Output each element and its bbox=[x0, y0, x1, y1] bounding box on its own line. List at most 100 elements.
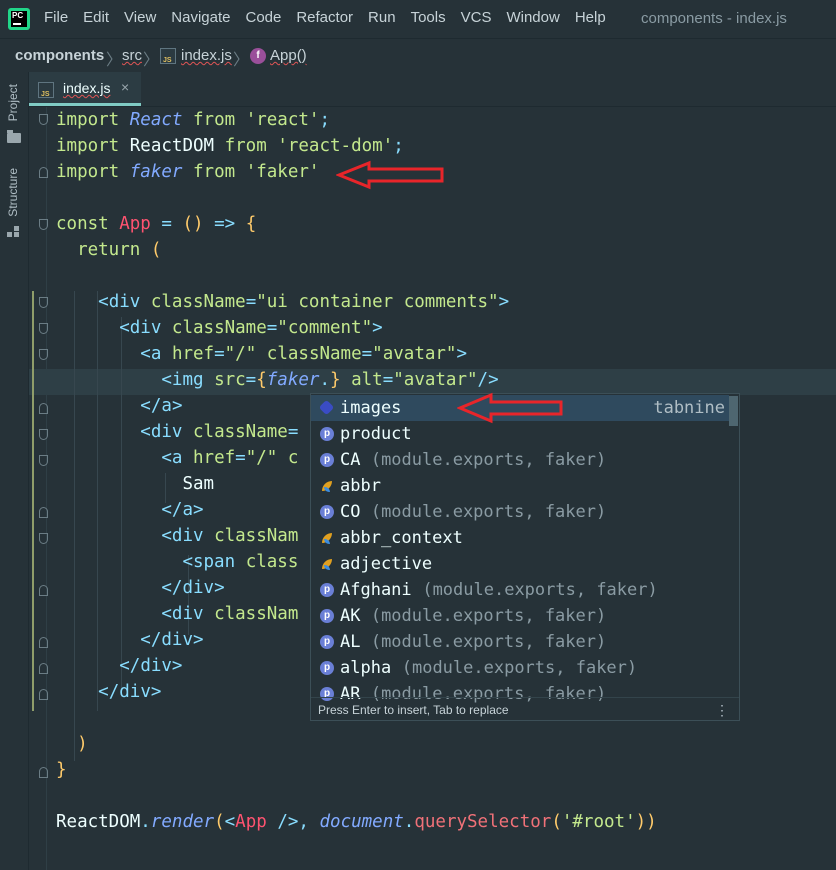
completion-item[interactable]: abbr_context bbox=[311, 525, 729, 551]
structure-icon[interactable] bbox=[7, 226, 21, 240]
popup-hint: Press Enter to insert, Tab to replace bbox=[318, 703, 509, 717]
fold-marker-icon[interactable] bbox=[39, 507, 48, 518]
chevron-right-icon: 〉 bbox=[143, 52, 160, 69]
code-line: import faker from 'faker' bbox=[56, 162, 320, 182]
fold-marker-icon[interactable] bbox=[39, 167, 48, 178]
js-file-icon bbox=[38, 82, 54, 98]
chevron-right-icon: 〉 bbox=[106, 52, 123, 69]
chevron-right-icon: 〉 bbox=[233, 52, 250, 69]
menu-refactor[interactable]: Refactor bbox=[296, 9, 353, 26]
code-line: ReactDOM.render(<App />, document.queryS… bbox=[56, 812, 657, 832]
completion-name: AL bbox=[340, 632, 361, 652]
menu-vcs[interactable]: VCS bbox=[461, 9, 492, 26]
code-line: <div classNam bbox=[161, 604, 299, 624]
menu-code[interactable]: Code bbox=[245, 9, 281, 26]
tab-label: index.js bbox=[63, 80, 111, 96]
code-line: </div> bbox=[161, 578, 225, 598]
completion-item[interactable]: p Afghani (module.exports, faker) bbox=[311, 577, 729, 603]
code-line: Sam bbox=[182, 474, 215, 494]
menu-bar: PC File Edit View Navigate Code Refactor… bbox=[0, 0, 836, 38]
annotation-arrow-icon bbox=[457, 392, 563, 424]
fold-marker-icon[interactable] bbox=[39, 349, 48, 360]
vcs-change-marker bbox=[32, 291, 34, 711]
tab-index-js[interactable]: index.js × bbox=[29, 72, 141, 106]
menu-file[interactable]: File bbox=[44, 9, 68, 26]
fold-marker-icon[interactable] bbox=[39, 429, 48, 440]
completion-item[interactable]: p product bbox=[311, 421, 729, 447]
code-line: const App = () => { bbox=[56, 214, 257, 234]
fold-marker-icon[interactable] bbox=[39, 637, 48, 648]
annotation-arrow-icon bbox=[336, 160, 444, 190]
property-icon: p bbox=[320, 583, 334, 597]
completion-type: (module.exports, faker) bbox=[391, 658, 638, 678]
code-line: <a href="/" c bbox=[161, 448, 299, 468]
function-icon: f bbox=[250, 48, 266, 64]
completion-name: Afghani bbox=[340, 580, 412, 600]
fold-marker-icon[interactable] bbox=[39, 533, 48, 544]
fold-marker-icon[interactable] bbox=[39, 689, 48, 700]
menu-run[interactable]: Run bbox=[368, 9, 396, 26]
project-tool-button[interactable]: Project bbox=[6, 84, 20, 121]
code-line: <img src={faker.} alt="avatar"/> bbox=[161, 370, 499, 390]
more-options-icon[interactable]: ⋮ bbox=[715, 698, 729, 722]
function-icon bbox=[320, 557, 334, 571]
fold-marker-icon[interactable] bbox=[39, 219, 48, 230]
fold-marker-icon[interactable] bbox=[39, 114, 48, 125]
folder-icon[interactable] bbox=[7, 130, 21, 143]
completion-type: (module.exports, faker) bbox=[360, 606, 607, 626]
popup-footer: Press Enter to insert, Tab to replace ⋮ bbox=[311, 697, 739, 721]
window-title: components - index.js bbox=[641, 10, 787, 27]
structure-tool-button[interactable]: Structure bbox=[6, 168, 20, 217]
code-line: <div className="comment"> bbox=[119, 318, 383, 338]
code-line: </a> bbox=[161, 500, 204, 520]
completion-name: abbr_context bbox=[340, 528, 463, 548]
code-line: <div className= bbox=[140, 422, 299, 442]
close-icon[interactable]: × bbox=[121, 79, 129, 95]
fold-marker-icon[interactable] bbox=[39, 455, 48, 466]
fold-marker-icon[interactable] bbox=[39, 297, 48, 308]
code-line: <span class bbox=[182, 552, 299, 572]
menu-navigate[interactable]: Navigate bbox=[171, 9, 230, 26]
breadcrumb: components 〉 src 〉 index.js 〉 f App() bbox=[0, 38, 836, 73]
fold-marker-icon[interactable] bbox=[39, 767, 48, 778]
menu-view[interactable]: View bbox=[124, 9, 156, 26]
property-icon: p bbox=[320, 635, 334, 649]
menu-window[interactable]: Window bbox=[506, 9, 559, 26]
menu: File Edit View Navigate Code Refactor Ru… bbox=[44, 9, 621, 26]
breadcrumb-symbol[interactable]: App() bbox=[270, 47, 307, 64]
scrollbar-thumb[interactable] bbox=[729, 396, 738, 426]
completion-name: CA bbox=[340, 450, 361, 470]
completion-item[interactable]: p alpha (module.exports, faker) bbox=[311, 655, 729, 681]
breadcrumb-project[interactable]: components bbox=[15, 47, 104, 64]
completion-name: product bbox=[340, 424, 412, 444]
code-line: </div> bbox=[140, 630, 204, 650]
autocomplete-popup[interactable]: images tabnine p product p CA (module.exports… bbox=[310, 393, 740, 721]
code-line: ) bbox=[77, 734, 88, 754]
fold-marker-icon[interactable] bbox=[39, 323, 48, 334]
tabnine-icon bbox=[318, 399, 335, 416]
property-icon: p bbox=[320, 609, 334, 623]
completion-item[interactable]: abbr bbox=[311, 473, 729, 499]
completion-type: (module.exports, faker) bbox=[412, 580, 658, 600]
code-line: </div> bbox=[98, 682, 162, 702]
code-line: <div className="ui container comments"> bbox=[98, 292, 510, 312]
fold-marker-icon[interactable] bbox=[39, 585, 48, 596]
fold-marker-icon[interactable] bbox=[39, 663, 48, 674]
fold-marker-icon[interactable] bbox=[39, 403, 48, 414]
js-file-icon bbox=[160, 48, 176, 64]
menu-help[interactable]: Help bbox=[575, 9, 606, 26]
completion-item[interactable]: p CO (module.exports, faker) bbox=[311, 499, 729, 525]
code-line: } bbox=[56, 760, 67, 780]
completion-type: (module.exports, faker) bbox=[360, 632, 607, 652]
breadcrumb-folder[interactable]: src bbox=[122, 47, 142, 64]
completion-item[interactable]: p AK (module.exports, faker) bbox=[311, 603, 729, 629]
breadcrumb-file[interactable]: index.js bbox=[181, 47, 232, 64]
completion-item[interactable]: adjective bbox=[311, 551, 729, 577]
tool-window-strip: Project Structure bbox=[0, 72, 29, 870]
completion-item[interactable]: p CA (module.exports, faker) bbox=[311, 447, 729, 473]
completion-name: abbr bbox=[340, 476, 381, 496]
completion-item[interactable]: p AL (module.exports, faker) bbox=[311, 629, 729, 655]
menu-tools[interactable]: Tools bbox=[411, 9, 446, 26]
menu-edit[interactable]: Edit bbox=[83, 9, 109, 26]
code-line: return ( bbox=[77, 240, 162, 260]
